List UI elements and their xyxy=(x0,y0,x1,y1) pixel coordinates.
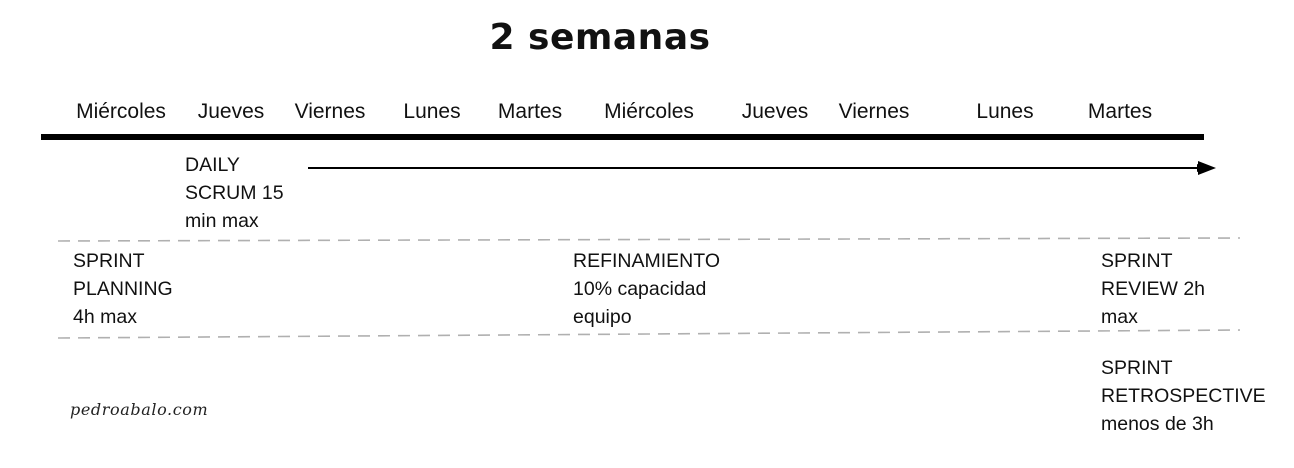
sprint-review-line-2: REVIEW 2h xyxy=(1101,278,1206,300)
refinamiento-line-3: equipo xyxy=(573,306,632,328)
sprint-retrospective-label: SPRINT RETROSPECTIVE menos de 3h xyxy=(1101,354,1266,438)
daily-scrum-label: DAILY SCRUM 15 min max xyxy=(185,151,284,235)
daily-scrum-line-3: min max xyxy=(185,210,259,232)
sprint-planning-line-1: SPRINT xyxy=(73,250,145,272)
sprint-planning-label: SPRINT PLANNING 4h max xyxy=(73,247,173,331)
daily-scrum-line-2: SCRUM 15 xyxy=(185,182,284,204)
site-signature: pedroabalo.com xyxy=(70,400,209,419)
sprint-retrospective-line-1: SPRINT xyxy=(1101,357,1173,379)
sprint-retrospective-line-2: RETROSPECTIVE xyxy=(1101,385,1266,407)
sprint-review-label: SPRINT REVIEW 2h max xyxy=(1101,247,1205,331)
refinamiento-line-1: REFINAMIENTO xyxy=(573,250,720,272)
sprint-planning-line-2: PLANNING xyxy=(73,278,173,300)
sprint-retrospective-line-3: menos de 3h xyxy=(1101,413,1214,435)
refinamiento-label: REFINAMIENTO 10% capacidad equipo xyxy=(573,247,720,331)
dashed-separator-upper xyxy=(57,237,1241,242)
dashed-separator-lower xyxy=(57,329,1241,339)
refinamiento-line-2: 10% capacidad xyxy=(573,278,707,300)
sprint-planning-line-3: 4h max xyxy=(73,306,137,328)
daily-scrum-line-1: DAILY xyxy=(185,154,240,176)
sprint-review-line-3: max xyxy=(1101,306,1138,328)
arrowhead-icon xyxy=(1198,161,1216,175)
sprint-review-line-1: SPRINT xyxy=(1101,250,1173,272)
